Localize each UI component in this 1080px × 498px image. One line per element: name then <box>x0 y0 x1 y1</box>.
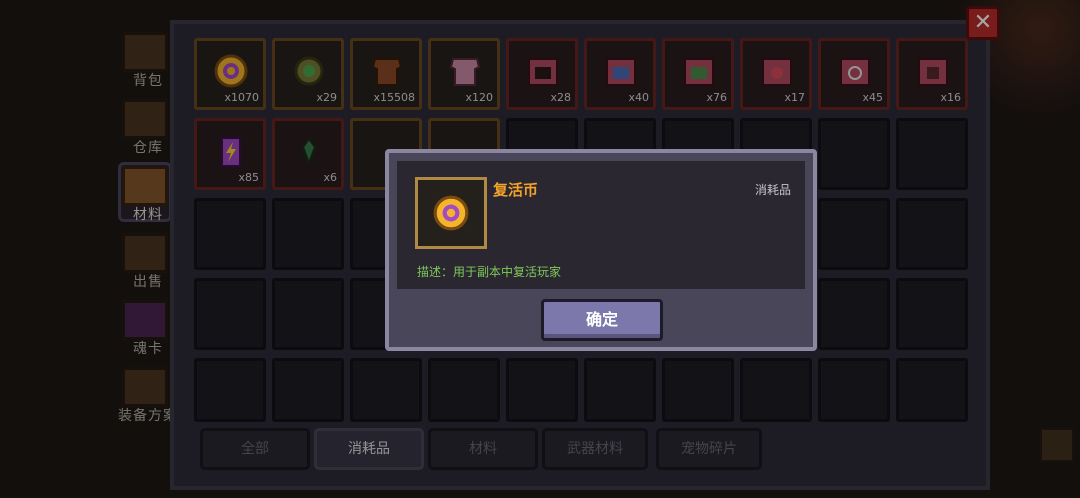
item-description: 描述：用于副本中复活玩家 <box>417 265 562 279</box>
item-icon-frame <box>415 177 487 249</box>
item-name: 复活币 <box>493 181 539 199</box>
confirm-button[interactable]: 确定 <box>541 299 663 341</box>
item-detail-dialog: 复活币 消耗品 描述：用于副本中复活玩家 确定 <box>385 149 817 351</box>
item-type: 消耗品 <box>754 183 791 197</box>
revive-coin-icon <box>433 195 469 231</box>
dialog-content: 复活币 消耗品 描述：用于副本中复活玩家 <box>397 161 805 289</box>
